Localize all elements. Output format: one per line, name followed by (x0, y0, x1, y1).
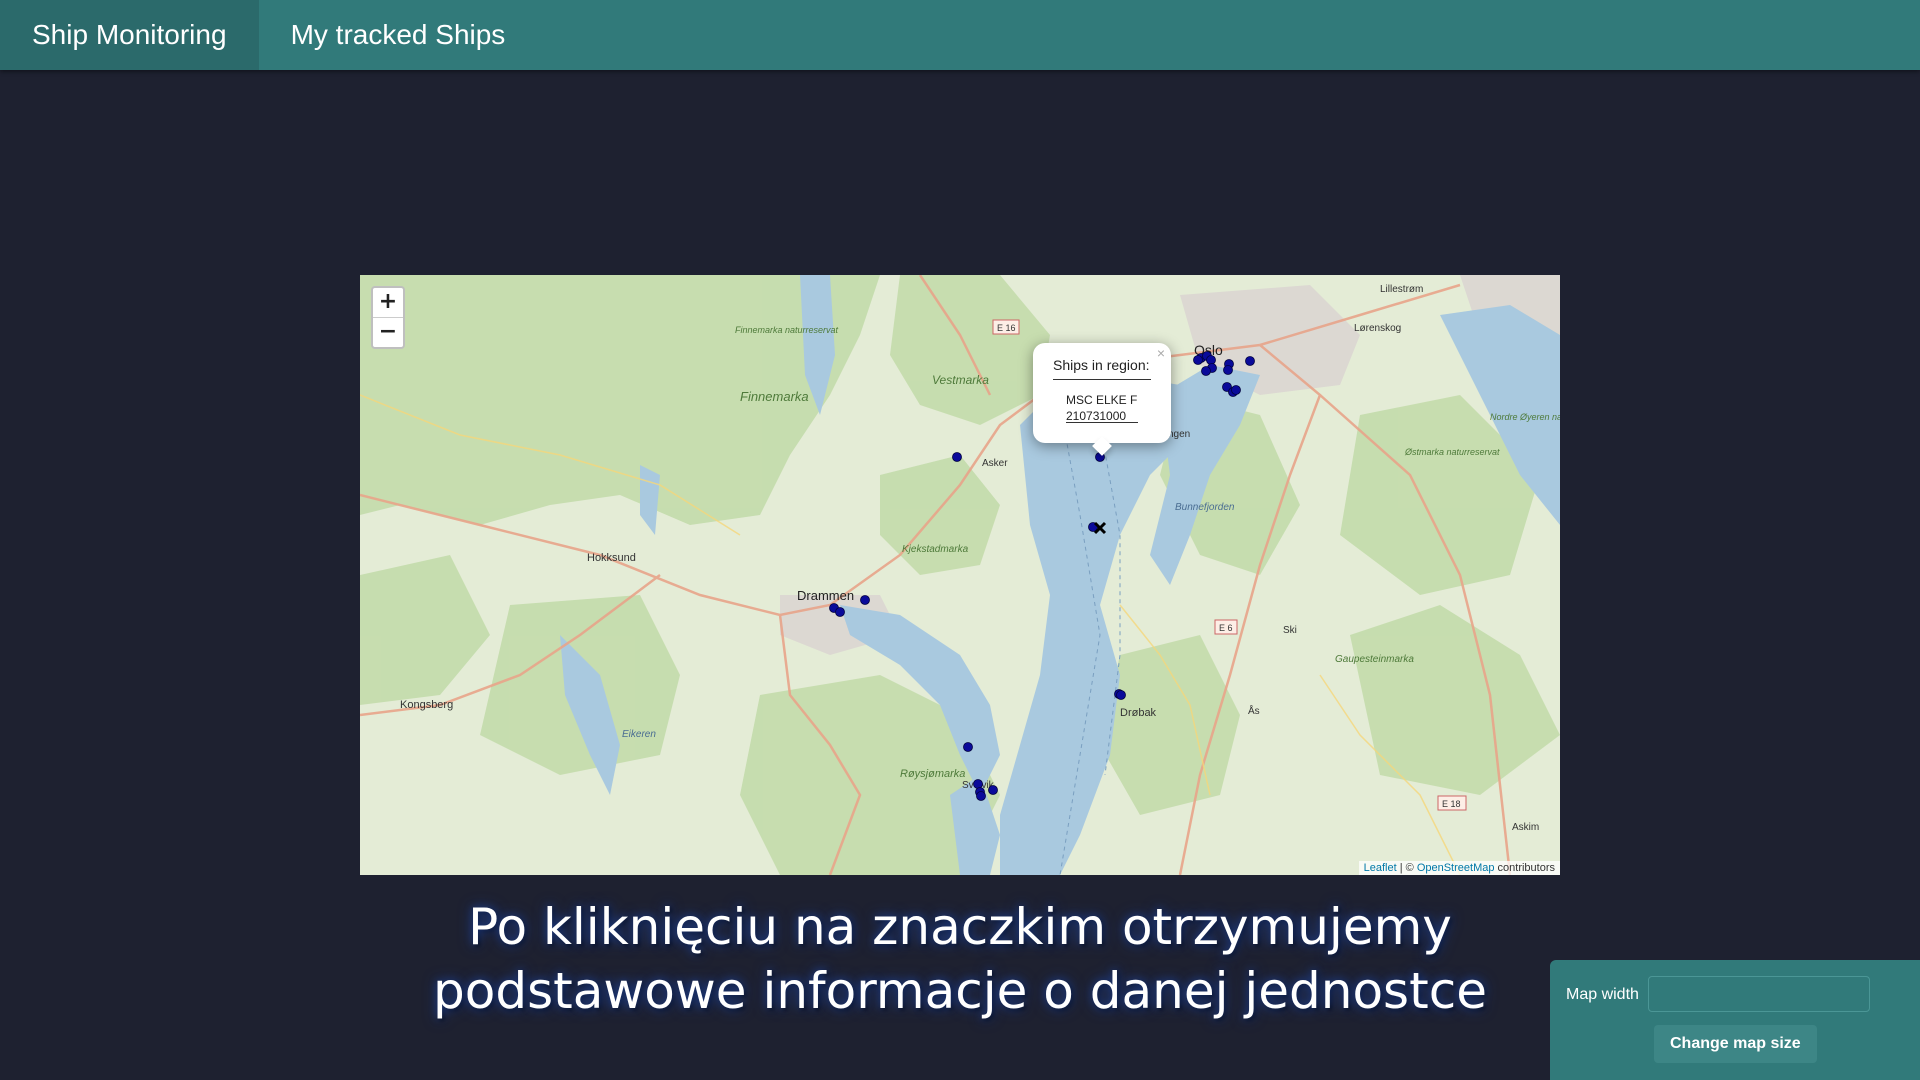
ship-marker-icon[interactable] (963, 742, 973, 752)
ship-marker-icon[interactable] (973, 779, 983, 789)
label-kjekstadmarka: Kjekstadmarka (902, 544, 969, 555)
ship-marker-icon[interactable] (1231, 385, 1241, 395)
label-nordre: Nordre Øyeren naturreservat (1490, 412, 1560, 422)
label-gaupesteinmarka: Gaupesteinmarka (1335, 654, 1414, 665)
label-ski: Ski (1283, 625, 1297, 636)
label-finnemarka: Finnemarka (740, 389, 809, 404)
label-as: Ås (1248, 704, 1260, 717)
label-eikeren: Eikeren (622, 729, 656, 740)
popup-close-icon[interactable]: × (1157, 345, 1165, 361)
popup-ship-mmsi: 210731000 (1066, 409, 1127, 423)
label-askim: Askim (1512, 822, 1539, 833)
leaflet-link[interactable]: Leaflet (1364, 862, 1397, 874)
road-e16: E 16 (997, 323, 1016, 333)
map-attribution: Leaflet | © OpenStreetMap contributors (1358, 861, 1560, 875)
ship-marker-icon[interactable] (1193, 355, 1203, 365)
label-drammen: Drammen (797, 588, 854, 603)
map-width-input[interactable] (1648, 976, 1870, 1012)
label-ostmarka: Østmarka naturreservat (1404, 447, 1500, 457)
road-e6: E 6 (1219, 623, 1233, 633)
label-asker: Asker (982, 458, 1008, 469)
label-kongsberg: Kongsberg (400, 699, 453, 711)
ship-marker-icon[interactable] (1206, 355, 1216, 365)
zoom-out-button[interactable]: − (373, 317, 403, 347)
ship-marker-icon[interactable] (1245, 356, 1255, 366)
nav-ship-monitoring[interactable]: Ship Monitoring (0, 0, 259, 70)
top-navbar: Ship Monitoring My tracked Ships (0, 0, 1920, 70)
zoom-control: + − (371, 286, 405, 349)
caption-line-2: podstawowe informacje o danej jednostce (433, 962, 1487, 1020)
change-map-size-button[interactable]: Change map size (1654, 1025, 1817, 1063)
attrib-suffix: contributors (1494, 862, 1555, 874)
map-settings-panel: Map width Change map size (1550, 960, 1920, 1080)
ship-marker-icon[interactable] (1116, 690, 1126, 700)
label-drobak: Drøbak (1120, 707, 1157, 719)
ship-marker-icon[interactable] (952, 452, 962, 462)
label-bunnefjorden: Bunnefjorden (1175, 502, 1235, 513)
attrib-separator: | © (1396, 862, 1417, 874)
label-hokksund: Hokksund (587, 552, 636, 564)
ship-marker-icon[interactable] (976, 791, 986, 801)
caption-line-1: Po kliknięciu na znaczkim otrzymujemy (468, 898, 1452, 956)
popup-title: Ships in region: (1053, 357, 1150, 373)
ship-marker-icon[interactable] (1201, 366, 1211, 376)
label-vestmarka: Vestmarka (932, 373, 989, 387)
road-e18: E 18 (1442, 799, 1461, 809)
map-tiles[interactable]: Oslo Drammen Hokksund Kongsberg Finnemar… (360, 275, 1560, 875)
ship-popup: × Ships in region: MSC ELKE F 210731000 (1033, 343, 1171, 456)
label-finnemarka-nr: Finnemarka naturreservat (735, 325, 839, 335)
osm-link[interactable]: OpenStreetMap (1417, 862, 1495, 874)
caption: Po kliknięciu na znaczkim otrzymujemy po… (360, 895, 1560, 1023)
label-nesodden-partial: ngen (1168, 429, 1190, 440)
ship-map[interactable]: Oslo Drammen Hokksund Kongsberg Finnemar… (360, 275, 1560, 875)
nav-my-tracked-ships[interactable]: My tracked Ships (259, 0, 538, 70)
popup-ship-name: MSC ELKE F (1066, 393, 1138, 407)
label-lillestrom: Lillestrøm (1380, 284, 1423, 295)
ship-marker-icon[interactable] (860, 595, 870, 605)
popup-underline (1066, 422, 1138, 423)
ship-marker-icon[interactable] (988, 785, 998, 795)
map-width-label: Map width (1566, 986, 1639, 1003)
label-roysjomarka: Røysjømarka (900, 768, 965, 780)
zoom-in-button[interactable]: + (373, 288, 403, 317)
ship-marker-icon[interactable] (1223, 365, 1233, 375)
popup-divider (1053, 379, 1151, 380)
ship-marker-icon[interactable] (835, 607, 845, 617)
label-lorenskog: Lørenskog (1354, 323, 1401, 334)
